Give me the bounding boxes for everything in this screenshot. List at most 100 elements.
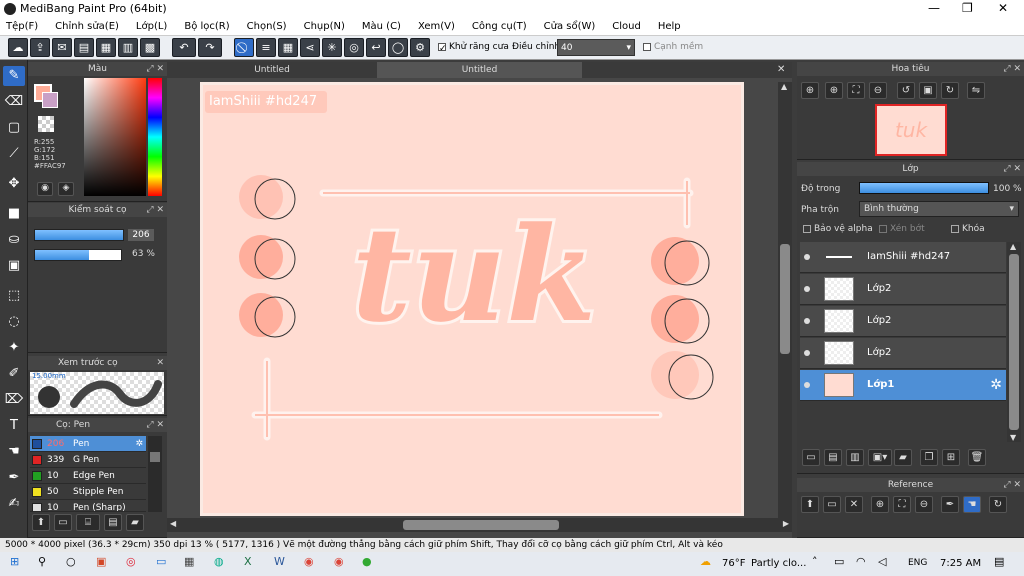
layer-list-scrollbar[interactable]: ▲ ▼	[1007, 242, 1021, 442]
select-eraser-icon[interactable]: ⌦	[3, 390, 25, 410]
redo-icon[interactable]: ↷	[198, 38, 222, 57]
chrome-icon[interactable]: ◉	[304, 555, 314, 568]
add-brush-icon[interactable]: ⬆	[32, 514, 50, 531]
brush-folder-icon[interactable]: ▰	[126, 514, 144, 531]
select-rect-icon[interactable]: ⬚	[3, 286, 25, 306]
eraser-tool-icon[interactable]: ⌫	[3, 92, 25, 112]
excel-icon[interactable]: X	[244, 555, 252, 568]
flip-icon[interactable]: ⇋	[967, 82, 985, 99]
word-icon[interactable]: W	[274, 555, 285, 568]
rotate-right-icon[interactable]: ↻	[941, 82, 959, 99]
weather-text[interactable]: Partly clo...	[751, 558, 806, 569]
eye-icon[interactable]	[804, 350, 810, 356]
layout-icon[interactable]: ▥	[118, 38, 138, 57]
scroll-up-icon[interactable]: ▲	[1010, 242, 1016, 251]
maximize-icon[interactable]: ❐	[962, 1, 973, 15]
cortana-icon[interactable]: ○	[66, 555, 76, 568]
new-halftone-layer-icon[interactable]: ▤	[824, 449, 842, 466]
undo-icon[interactable]: ↶	[172, 38, 196, 57]
file-explorer-icon[interactable]: ▦	[184, 555, 194, 568]
snap-concentric-icon[interactable]: ◎	[344, 38, 364, 57]
fit-icon[interactable]: ⛶	[847, 82, 865, 99]
close-icon[interactable]: ⤢ ✕	[146, 62, 164, 76]
layer-add-menu-icon[interactable]: ▣▾	[868, 449, 892, 466]
page-icon[interactable]: ▦	[96, 38, 116, 57]
clock[interactable]: 7:25 AM	[940, 558, 981, 569]
new-brush-icon[interactable]: ▭	[54, 514, 72, 531]
menu-cloud[interactable]: Cloud	[612, 21, 641, 32]
new-8bit-layer-icon[interactable]: ▥	[846, 449, 864, 466]
layer-row[interactable]: Lớp1 ✲	[800, 370, 1006, 401]
zoom-out-icon[interactable]: ⊖	[915, 496, 933, 513]
close-icon[interactable]: ⤢ ✕	[1003, 62, 1021, 76]
blend-mode-select[interactable]: Bình thường ▾	[859, 201, 1019, 217]
alpha-protect-option[interactable]: Bảo vệ alpha	[803, 224, 873, 234]
snap-perspective-icon[interactable]: ⋖	[300, 38, 320, 57]
grid-icon[interactable]: ▩	[140, 38, 160, 57]
rotate-left-icon[interactable]: ↺	[897, 82, 915, 99]
reference-open-icon[interactable]: ▭	[823, 496, 841, 513]
fill-rect-tool-icon[interactable]: ■	[3, 204, 25, 224]
gradient-tool-icon[interactable]: ▣	[3, 256, 25, 276]
zoom-in-icon[interactable]: ⊕	[871, 496, 889, 513]
new-layer-icon[interactable]: ▭	[802, 449, 820, 466]
close-icon[interactable]: ⤢ ✕	[1003, 162, 1021, 176]
zoom-out-icon[interactable]: ⊖	[869, 82, 887, 99]
brush-settings-icon[interactable]: ▤	[104, 514, 122, 531]
scroll-thumb[interactable]	[403, 520, 559, 530]
fit-icon[interactable]: ⛶	[893, 496, 911, 513]
rotate-icon[interactable]: ↻	[989, 496, 1007, 513]
gear-icon[interactable]: ✲	[990, 377, 1002, 393]
eye-icon[interactable]	[804, 318, 810, 324]
monitor-icon[interactable]: ▭	[156, 555, 166, 568]
menu-window[interactable]: Cửa sổ(W)	[544, 21, 596, 32]
line-tool-icon[interactable]: ⟋	[3, 144, 25, 164]
lock-option[interactable]: Khóa	[951, 224, 985, 234]
menu-help[interactable]: Help	[658, 21, 681, 32]
eyedropper-icon[interactable]: ✒	[941, 496, 959, 513]
scroll-up-icon[interactable]: ▲	[781, 82, 787, 91]
network-icon[interactable]: ▭	[834, 555, 844, 568]
clip-option[interactable]: Xén bớt	[879, 224, 925, 234]
menu-color[interactable]: Màu (C)	[362, 21, 401, 32]
weather-temp[interactable]: 76°F	[722, 558, 745, 569]
chrome-icon[interactable]: ◉	[334, 555, 344, 568]
clip-checkbox[interactable]	[879, 224, 887, 233]
close-icon[interactable]: ✕	[845, 496, 863, 513]
scroll-left-icon[interactable]: ◀	[170, 519, 176, 528]
scroll-thumb[interactable]	[150, 452, 160, 462]
search-icon[interactable]: ⚲	[38, 555, 46, 568]
brush-menu-icon[interactable]: ⌸	[76, 514, 100, 531]
close-icon[interactable]: ✕	[156, 356, 164, 370]
move-tool-icon[interactable]: ✥	[3, 174, 25, 194]
menu-edit[interactable]: Chỉnh sửa(E)	[55, 21, 119, 32]
snap-grid-icon[interactable]: ▦	[278, 38, 298, 57]
cloud-icon[interactable]: ☁	[8, 38, 28, 57]
eye-icon[interactable]	[804, 382, 810, 388]
adjust-select[interactable]: 40 ▾	[557, 39, 635, 56]
tab-untitled-2[interactable]: Untitled	[377, 62, 582, 78]
reference-add-icon[interactable]: ⬆	[801, 496, 819, 513]
snap-settings-icon[interactable]: ⚙	[410, 38, 430, 57]
secondary-color-swatch[interactable]	[42, 92, 58, 108]
close-icon[interactable]: ✕	[777, 64, 785, 75]
bucket-tool-icon[interactable]: ⛀	[3, 230, 25, 250]
antialias-checkbox[interactable]: ✓	[438, 42, 447, 54]
rectangle-tool-icon[interactable]: ▢	[3, 118, 25, 138]
drawing-canvas[interactable]: IamShiii #hd247 tuk	[200, 82, 744, 516]
menu-filter[interactable]: Bộ lọc(R)	[184, 21, 229, 32]
brush-size-slider[interactable]	[34, 229, 124, 241]
select-pen-icon[interactable]: ✐	[3, 364, 25, 384]
snap-radial-icon[interactable]: ✳	[322, 38, 342, 57]
comment-icon[interactable]: ✉	[52, 38, 72, 57]
menu-view[interactable]: Xem(V)	[418, 21, 455, 32]
medibang-icon[interactable]: ●	[362, 555, 372, 568]
notification-icon[interactable]: ▤	[994, 555, 1004, 568]
hand-tool-icon[interactable]: ☚	[3, 442, 25, 462]
brush-item[interactable]: 10 Edge Pen	[30, 468, 146, 484]
actual-size-icon[interactable]: ▣	[919, 82, 937, 99]
lasso-icon[interactable]: ◌	[3, 312, 25, 332]
layer-row[interactable]: Lớp2	[800, 306, 1006, 337]
close-icon[interactable]: ⤢ ✕	[146, 418, 164, 432]
eyedropper-icon[interactable]: ✒	[3, 468, 25, 488]
